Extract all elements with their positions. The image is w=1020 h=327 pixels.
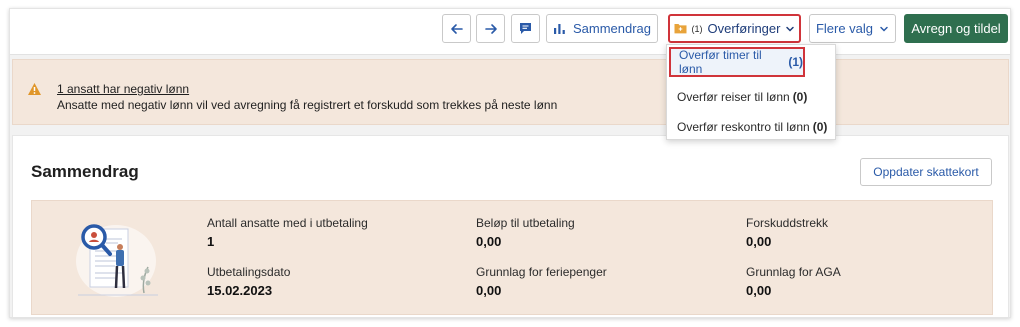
menu-item-count: (0) bbox=[812, 120, 828, 134]
summary-button-label: Sammendrag bbox=[572, 21, 652, 36]
menu-item-label: Overfør reiser til lønn bbox=[677, 90, 790, 104]
next-button[interactable] bbox=[476, 14, 505, 43]
previous-button[interactable] bbox=[442, 14, 471, 43]
chevron-down-icon bbox=[880, 26, 888, 32]
folder-icon bbox=[674, 24, 687, 34]
comment-icon bbox=[520, 23, 531, 34]
menu-item-count: (1) bbox=[788, 55, 803, 69]
stat-label: Utbetalingsdato bbox=[207, 265, 291, 279]
settle-button-label: Avregn og tildel bbox=[911, 21, 1001, 36]
menu-item-label: Overfør timer til lønn bbox=[679, 48, 762, 76]
menu-item-count: (0) bbox=[792, 90, 808, 104]
stat-payout-date: Utbetalingsdato 15.02.2023 bbox=[207, 265, 290, 298]
stat-tax-deduction: Forskuddstrekk 0,00 bbox=[746, 216, 828, 249]
stat-value: 1 bbox=[207, 234, 215, 249]
stat-label: Forskuddstrekk bbox=[746, 216, 829, 230]
employee-search-illustration bbox=[76, 224, 158, 297]
payroll-window: Sammendrag (1) Overføringer Flere valg A… bbox=[9, 8, 1011, 318]
warning-title-link[interactable]: 1 ansatt har negativ lønn bbox=[57, 82, 189, 96]
stat-aga-basis: Grunnlag for AGA 0,00 bbox=[746, 265, 841, 298]
menu-item-transfer-ledger[interactable]: Overfør reskontro til lønn (0) bbox=[667, 111, 835, 143]
arrow-left-icon bbox=[450, 23, 463, 34]
menu-item-label: Overfør reskontro til lønn bbox=[677, 120, 810, 134]
warning-triangle-icon bbox=[28, 83, 41, 95]
summary-card: Sammendrag Oppdater skattekort Antall an… bbox=[12, 135, 1009, 317]
transfers-dropdown-menu: Overfør timer til lønn (1) Overfør reise… bbox=[666, 44, 836, 140]
comment-button[interactable] bbox=[511, 14, 540, 43]
negative-salary-warning: 1 ansatt har negativ lønn Ansatte med ne… bbox=[12, 59, 1009, 125]
stat-value: 0,00 bbox=[476, 283, 502, 298]
stat-holiday-pay-basis: Grunnlag for feriepenger 0,00 bbox=[476, 265, 607, 298]
refresh-tax-card-button[interactable]: Oppdater skattekort bbox=[860, 158, 992, 186]
summary-stats-panel: Antall ansatte med i utbetaling 1 Beløp … bbox=[31, 200, 993, 315]
menu-item-transfer-hours[interactable]: Overfør timer til lønn (1) bbox=[669, 47, 805, 77]
stat-value: 0,00 bbox=[746, 283, 772, 298]
transfers-button-label: Overføringer bbox=[707, 21, 781, 36]
stat-value: 0,00 bbox=[476, 234, 502, 249]
chevron-down-icon bbox=[786, 26, 795, 32]
arrow-right-icon bbox=[484, 23, 497, 34]
settle-and-assign-button[interactable]: Avregn og tildel bbox=[904, 14, 1008, 43]
summary-title: Sammendrag bbox=[31, 162, 139, 181]
transfers-count: (1) bbox=[691, 23, 703, 34]
more-options-button[interactable]: Flere valg bbox=[809, 14, 896, 43]
toolbar: Sammendrag (1) Overføringer Flere valg A… bbox=[10, 9, 1010, 55]
transfers-button[interactable]: (1) Overføringer bbox=[668, 14, 801, 43]
stat-label: Grunnlag for feriepenger bbox=[476, 265, 607, 279]
summary-button[interactable]: Sammendrag bbox=[546, 14, 658, 43]
bar-chart-icon bbox=[553, 24, 565, 34]
stat-value: 0,00 bbox=[746, 234, 772, 249]
stat-employees-count: Antall ansatte med i utbetaling 1 bbox=[207, 216, 368, 249]
stat-label: Beløp til utbetaling bbox=[476, 216, 575, 230]
stat-payout-amount: Beløp til utbetaling 0,00 bbox=[476, 216, 575, 249]
stat-value: 15.02.2023 bbox=[207, 283, 273, 298]
stat-label: Antall ansatte med i utbetaling bbox=[207, 216, 368, 230]
menu-item-transfer-travel[interactable]: Overfør reiser til lønn (0) bbox=[667, 81, 835, 113]
stat-label: Grunnlag for AGA bbox=[746, 265, 841, 279]
more-options-label: Flere valg bbox=[815, 21, 874, 36]
warning-text: Ansatte med negativ lønn vil ved avregni… bbox=[57, 98, 558, 112]
